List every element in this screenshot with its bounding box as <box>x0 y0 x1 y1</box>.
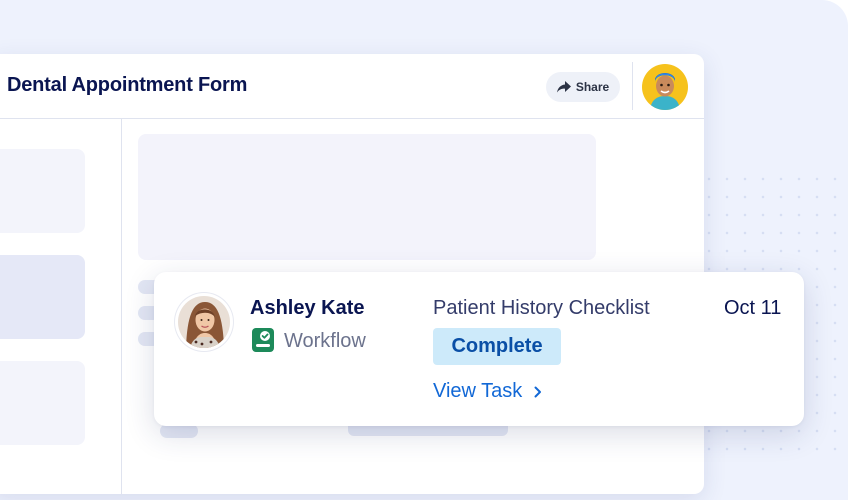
chevron-right-icon <box>534 386 542 397</box>
task-type-label: Workflow <box>284 330 366 352</box>
header-divider <box>632 62 633 110</box>
task-title: Patient History Checklist <box>433 297 650 319</box>
assignee-name: Ashley Kate <box>250 297 365 319</box>
view-task-label: View Task <box>433 380 523 402</box>
share-arrow-icon <box>556 81 571 93</box>
avatar-image <box>642 64 688 110</box>
form-title: Dental Appointment Form <box>7 74 248 96</box>
share-button[interactable]: Share <box>546 72 620 102</box>
left-sidebar <box>0 119 122 494</box>
task-date: Oct 11 <box>724 297 782 319</box>
assignee-photo <box>178 296 230 348</box>
avatar[interactable] <box>642 64 688 110</box>
sidebar-placeholder <box>0 361 85 445</box>
content-placeholder <box>138 134 596 260</box>
status-badge: Complete <box>433 328 561 365</box>
share-label: Share <box>575 80 610 94</box>
sidebar-placeholder <box>0 149 85 233</box>
field-placeholder <box>160 424 198 438</box>
workflow-icon <box>252 328 274 352</box>
task-card: Ashley Kate Workflow Patient History Che… <box>154 272 804 426</box>
view-task-link[interactable]: View Task <box>433 380 542 403</box>
assignee-avatar <box>178 296 230 348</box>
sidebar-placeholder <box>0 255 85 339</box>
window-header: Dental Appointment Form Share <box>0 54 704 119</box>
